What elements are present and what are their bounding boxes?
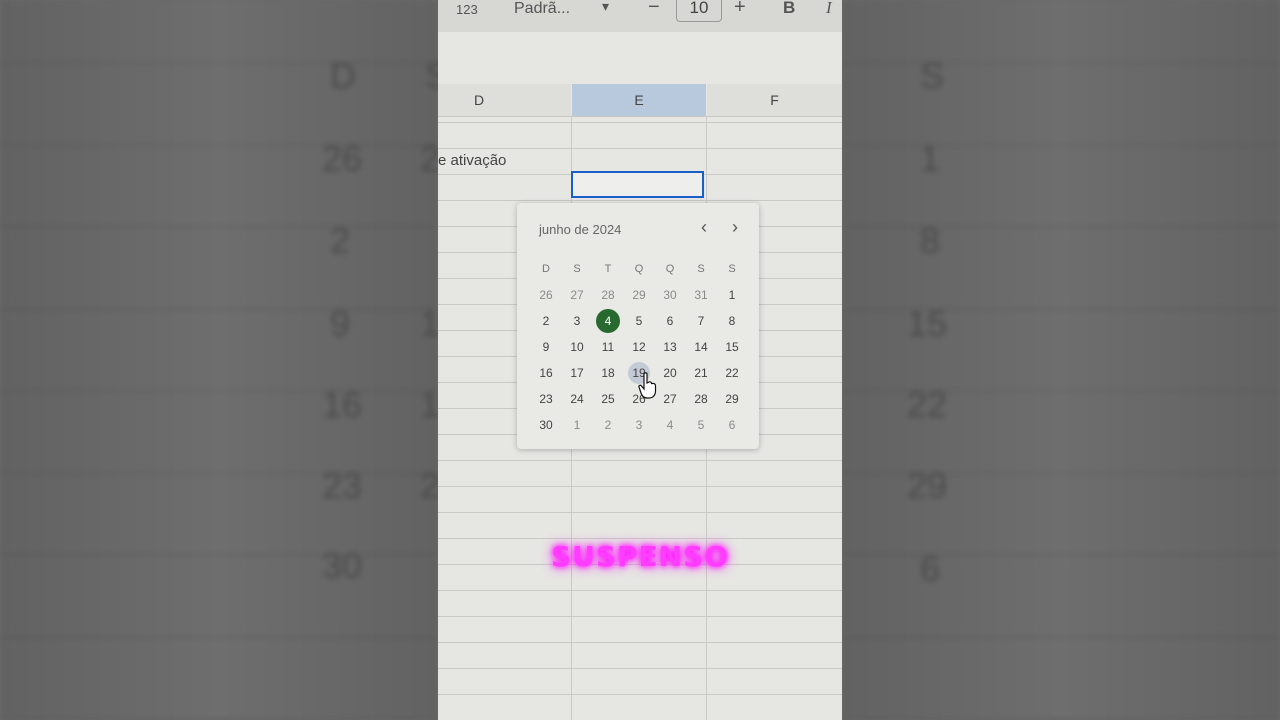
active-cell-input[interactable]: [571, 171, 704, 198]
weekday-label: S: [697, 263, 705, 275]
increase-font-size-button[interactable]: +: [734, 0, 746, 19]
font-select[interactable]: Padrã...: [514, 0, 570, 18]
bg-number: 2: [330, 220, 351, 261]
calendar-day-outside[interactable]: 31: [687, 284, 715, 306]
calendar-day[interactable]: 16: [532, 362, 560, 384]
column-header-e[interactable]: E: [572, 84, 706, 117]
calendar-day[interactable]: 12: [625, 336, 653, 358]
italic-button[interactable]: I: [826, 0, 832, 18]
calendar-day[interactable]: 21: [687, 362, 715, 384]
bg-number: 6: [920, 548, 941, 589]
calendar-day[interactable]: 28: [687, 388, 715, 410]
calendar-day[interactable]: 30: [532, 414, 560, 436]
calendar-day-outside[interactable]: 1: [563, 414, 591, 436]
calendar-day[interactable]: 5: [625, 310, 653, 332]
calendar-day[interactable]: 3: [563, 310, 591, 332]
font-size-input[interactable]: 10: [676, 0, 722, 22]
overlay-caption: SUSPENSO: [550, 540, 730, 573]
calendar-day-outside[interactable]: 27: [563, 284, 591, 306]
calendar-day[interactable]: 14: [687, 336, 715, 358]
calendar-day[interactable]: 9: [532, 336, 560, 358]
bg-number: 15: [907, 303, 948, 344]
month-label: junho de 2024: [539, 222, 622, 237]
background-right-blur: S 1 8 15 22 29 6: [842, 0, 1280, 720]
bg-col-letter: S: [425, 55, 438, 96]
weekday-label: Q: [634, 263, 644, 275]
cell-label: e ativação: [438, 152, 507, 169]
background-left-blur: D S 26 2 9 16 23 30 2 1 1 2: [0, 0, 438, 720]
calendar-day[interactable]: 7: [687, 310, 715, 332]
chevron-down-icon[interactable]: ▾: [602, 0, 609, 15]
toolbar: 123 Padrã... ▾ − 10 + B I: [438, 0, 842, 32]
calendar-day[interactable]: 11: [594, 336, 622, 358]
weekday-label: Q: [665, 263, 675, 275]
calendar-day-outside[interactable]: 28: [594, 284, 622, 306]
bg-number: 1: [420, 303, 438, 344]
date-picker: junho de 2024 ‹ › DSTQQSS 26 27 28 29 30 31 1 2…: [517, 203, 759, 449]
bg-number: 1: [420, 384, 438, 425]
calendar-day[interactable]: 10: [563, 336, 591, 358]
bg-number: 16: [322, 384, 363, 425]
calendar-day[interactable]: 6: [656, 310, 684, 332]
format-number-button[interactable]: 123: [456, 2, 478, 17]
calendar-day[interactable]: 22: [718, 362, 746, 384]
calendar-day-outside[interactable]: 3: [625, 414, 653, 436]
calendar-day-outside[interactable]: 2: [594, 414, 622, 436]
calendar-day[interactable]: 20: [656, 362, 684, 384]
bg-col-letter: D: [330, 55, 356, 96]
calendar-day[interactable]: 27: [656, 388, 684, 410]
column-letter: E: [634, 92, 644, 108]
calendar-day[interactable]: 13: [656, 336, 684, 358]
bg-number: 29: [907, 465, 948, 506]
calendar-day[interactable]: 1: [718, 284, 746, 306]
calendar-day-outside[interactable]: 30: [656, 284, 684, 306]
calendar-day[interactable]: 18: [594, 362, 622, 384]
calendar-day-outside[interactable]: 4: [656, 414, 684, 436]
hand-cursor-icon: [638, 372, 657, 399]
calendar-day[interactable]: 24: [563, 388, 591, 410]
chevron-left-icon[interactable]: ‹: [694, 217, 714, 238]
weekday-label: S: [573, 263, 581, 275]
bg-number: 2: [420, 465, 438, 506]
bg-number: 26: [322, 138, 363, 179]
column-header-d[interactable]: D: [438, 84, 571, 117]
bg-col-letter: S: [920, 55, 945, 96]
weekday-label: T: [604, 263, 612, 275]
bg-number: 9: [330, 303, 351, 344]
bg-number: 1: [920, 138, 941, 179]
column-header-f[interactable]: F: [707, 84, 842, 117]
bg-number: 8: [920, 220, 941, 261]
calendar-day[interactable]: 25: [594, 388, 622, 410]
weekday-label: D: [542, 263, 550, 275]
bg-number: 22: [907, 384, 948, 425]
calendar-day[interactable]: 17: [563, 362, 591, 384]
bg-number: 2: [420, 138, 438, 179]
calendar-day-outside[interactable]: 5: [687, 414, 715, 436]
calendar-day[interactable]: 23: [532, 388, 560, 410]
calendar-day[interactable]: 8: [718, 310, 746, 332]
bold-button[interactable]: B: [783, 0, 795, 18]
column-letter: F: [770, 92, 779, 108]
calendar-day[interactable]: 4: [596, 309, 620, 333]
calendar-day-outside[interactable]: 6: [718, 414, 746, 436]
weekday-label: S: [728, 263, 736, 275]
calendar-day[interactable]: 2: [532, 310, 560, 332]
chevron-right-icon[interactable]: ›: [725, 217, 745, 238]
bg-number: 23: [322, 465, 363, 506]
calendar-day[interactable]: 15: [718, 336, 746, 358]
calendar-day-outside[interactable]: 29: [625, 284, 653, 306]
calendar-day-outside[interactable]: 26: [532, 284, 560, 306]
decrease-font-size-button[interactable]: −: [648, 0, 660, 19]
column-letter: D: [474, 92, 485, 108]
calendar-day[interactable]: 29: [718, 388, 746, 410]
bg-number: 30: [322, 545, 363, 586]
